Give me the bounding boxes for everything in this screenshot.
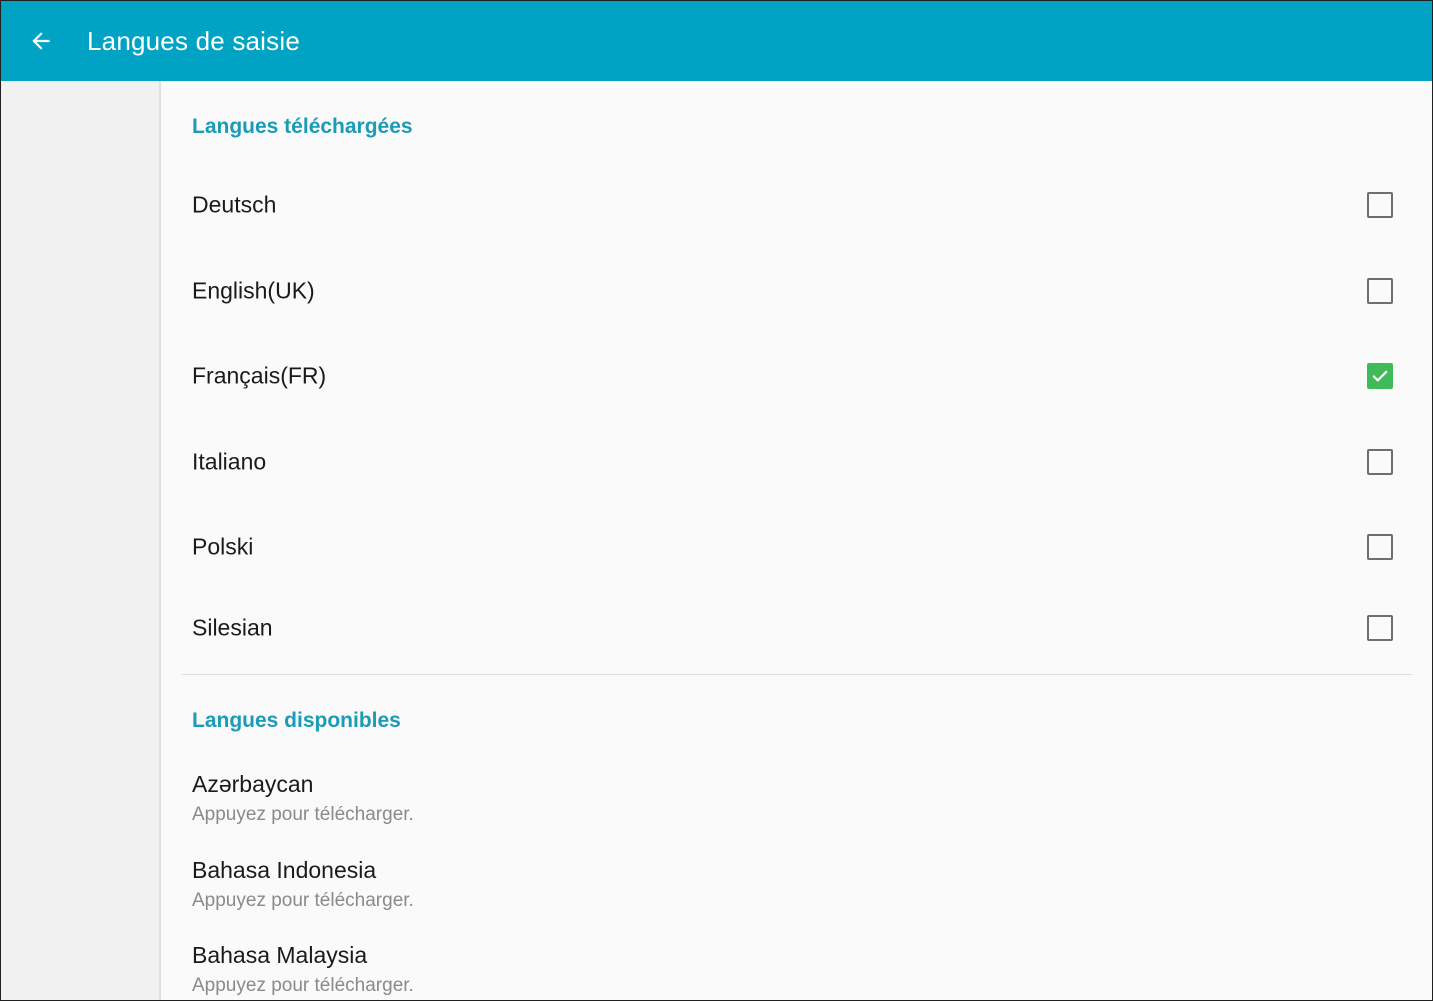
back-button[interactable] <box>1 1 81 81</box>
language-row-silesian[interactable]: Silesian <box>161 588 1432 668</box>
left-pane <box>1 81 159 1000</box>
available-language-azerbaycan[interactable]: Azərbaycan Appuyez pour télécharger. <box>161 761 1432 847</box>
language-label: Azərbaycan <box>192 771 314 797</box>
language-row-english-uk[interactable]: English(UK) <box>161 251 1432 331</box>
language-label: English(UK) <box>192 277 315 304</box>
available-language-bahasa-indonesia[interactable]: Bahasa Indonesia Appuyez pour télécharge… <box>161 847 1432 933</box>
available-language-bahasa-malaysia[interactable]: Bahasa Malaysia Appuyez pour télécharger… <box>161 932 1432 1000</box>
section-divider <box>181 674 1412 675</box>
section-header-downloaded: Langues téléchargées <box>192 115 413 138</box>
language-checkbox[interactable] <box>1367 363 1393 389</box>
checkmark-icon <box>1372 370 1388 382</box>
language-label: Silesian <box>192 614 273 641</box>
language-label: Bahasa Malaysia <box>192 942 368 968</box>
download-hint: Appuyez pour télécharger. <box>192 804 414 825</box>
language-label: Bahasa Indonesia <box>192 857 377 883</box>
arrow-left-icon <box>32 32 50 50</box>
language-checkbox[interactable] <box>1367 449 1393 475</box>
page-title: Langues de saisie <box>87 25 300 56</box>
language-list: Langues téléchargées Deutsch English(UK)… <box>159 81 1432 1000</box>
language-label: Français(FR) <box>192 362 327 389</box>
language-checkbox[interactable] <box>1367 534 1393 560</box>
language-label: Deutsch <box>192 191 277 218</box>
language-label: Polski <box>192 533 254 560</box>
language-row-polski[interactable]: Polski <box>161 507 1432 587</box>
language-checkbox[interactable] <box>1367 192 1393 218</box>
language-checkbox[interactable] <box>1367 278 1393 304</box>
language-row-italiano[interactable]: Italiano <box>161 422 1432 502</box>
language-label: Italiano <box>192 448 267 475</box>
language-checkbox[interactable] <box>1367 615 1393 641</box>
download-hint: Appuyez pour télécharger. <box>192 890 414 911</box>
language-row-francais-fr[interactable]: Français(FR) <box>161 336 1432 416</box>
language-row-deutsch[interactable]: Deutsch <box>161 165 1432 245</box>
section-header-available: Langues disponibles <box>192 709 401 732</box>
download-hint: Appuyez pour télécharger. <box>192 975 414 996</box>
app-bar: Langues de saisie <box>1 1 1432 81</box>
